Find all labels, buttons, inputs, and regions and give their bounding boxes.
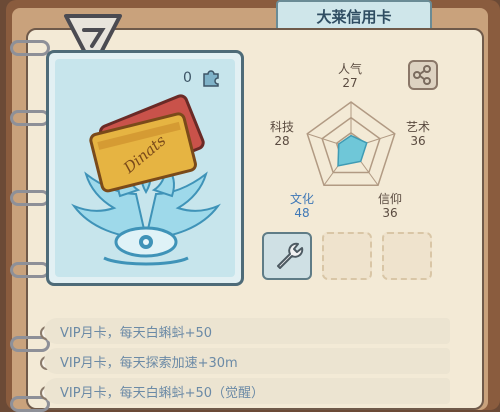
perk-text: VIP月卡，每天白蝌蚪+50	[60, 325, 213, 341]
stat-tech: 科技 28	[262, 120, 302, 148]
wrench-icon	[277, 242, 304, 269]
stat-value: 27	[342, 76, 358, 90]
perk-row: VIP月卡，每天探索加速+30m	[44, 348, 450, 374]
stat-art: 艺术 36	[398, 120, 438, 148]
stat-label: 人气	[337, 62, 362, 76]
credit-card-artwork-icon: Dinats	[71, 94, 221, 266]
binding-ring-icon	[10, 190, 50, 206]
perk-row: VIP月卡，每天白蝌蚪+50（觉醒）	[44, 378, 450, 404]
stat-culture: 文化 48	[282, 192, 322, 220]
stat-value: 36	[410, 134, 426, 148]
puzzle-piece-icon	[203, 70, 219, 87]
share-icon	[413, 65, 431, 85]
slot-filled[interactable]	[262, 232, 312, 280]
stat-popularity: 人气 27	[330, 62, 370, 90]
perk-text: VIP月卡，每天探索加速+30m	[60, 355, 238, 371]
stat-label: 艺术	[405, 120, 430, 134]
stat-label: 科技	[269, 120, 294, 134]
perk-row: VIP月卡，每天白蝌蚪+50	[44, 318, 450, 344]
stat-label: 文化	[289, 192, 314, 206]
share-button[interactable]	[408, 60, 438, 90]
binding-ring-icon	[10, 110, 50, 126]
slot-empty[interactable]	[382, 232, 432, 280]
stat-faith: 信仰 36	[370, 192, 410, 220]
card-title: 大莱信用卡	[316, 7, 392, 26]
stat-value: 28	[274, 134, 290, 148]
slot-empty[interactable]	[322, 232, 372, 280]
stat-label: 信仰	[377, 192, 402, 206]
stat-value: 48	[294, 206, 310, 220]
item-count: 0	[183, 70, 192, 86]
stat-value: 36	[382, 206, 398, 220]
binding-ring-icon	[10, 40, 50, 56]
attribute-radar-chart	[306, 101, 396, 186]
binding-ring-icon	[10, 262, 50, 278]
perk-text: VIP月卡，每天白蝌蚪+50（觉醒）	[60, 385, 265, 401]
radar-value-polygon	[337, 134, 368, 167]
title-tab[interactable]: 大莱信用卡	[276, 0, 432, 30]
